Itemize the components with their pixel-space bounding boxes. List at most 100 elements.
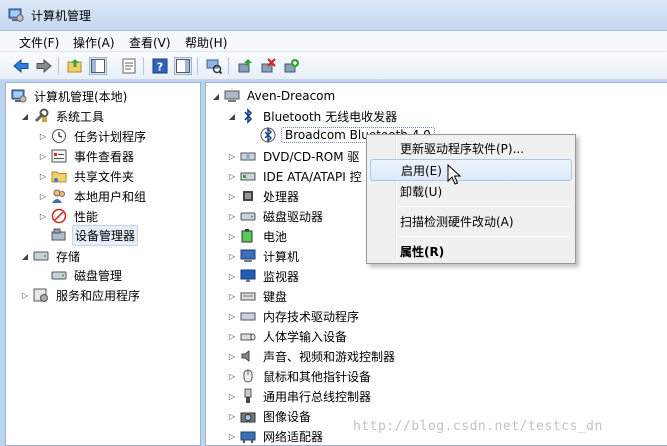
- expand-arrow-icon[interactable]: ▷: [37, 190, 49, 202]
- device-node-computer[interactable]: ◢ Aven-Dreacom: [210, 86, 337, 106]
- device-node-monitors[interactable]: ▷ 监视器: [226, 266, 301, 286]
- navigation-tree[interactable]: 计算机管理(本地) ◢ 系统工具 ▷ 任务计划程序 ▷ 事件查看器 ▷ 共享文件…: [5, 82, 201, 446]
- expand-arrow-icon[interactable]: ▷: [226, 410, 238, 422]
- expand-arrow-icon[interactable]: ▷: [226, 310, 238, 322]
- expand-arrow-icon[interactable]: ▷: [226, 210, 238, 222]
- device-label-hid: 人体学输入设备: [263, 329, 348, 344]
- tree-node-storage[interactable]: ◢ 存储: [19, 246, 82, 266]
- device-node-keyboards[interactable]: ▷ 键盘: [226, 286, 289, 306]
- up-folder-icon[interactable]: [66, 57, 84, 75]
- menu-help[interactable]: 帮助(H): [183, 34, 229, 51]
- toolbar: ?: [0, 52, 667, 80]
- device-label-sound: 声音、视频和游戏控制器: [263, 349, 396, 364]
- device-node-bluetooth[interactable]: ◢ Bluetooth 无线电收发器: [226, 106, 399, 126]
- device-node-battery[interactable]: ▷ 电池: [226, 226, 289, 246]
- device-label-network: 网络适配器: [263, 429, 324, 444]
- tree-node-disk-management[interactable]: 磁盘管理: [51, 265, 124, 285]
- device-label-computer-class: 计算机: [263, 249, 300, 264]
- expand-arrow-icon[interactable]: ▷: [226, 250, 238, 262]
- device-label-imaging: 图像设备: [263, 409, 312, 424]
- device-node-usb[interactable]: ▷ 通用串行总线控制器: [226, 386, 373, 406]
- device-node-processor[interactable]: ▷ 处理器: [226, 186, 301, 206]
- expand-arrow-icon[interactable]: ▷: [226, 350, 238, 362]
- properties-icon[interactable]: [120, 57, 138, 75]
- mouse-icon: [243, 369, 253, 383]
- expand-arrow-icon[interactable]: ▷: [37, 210, 49, 222]
- network-adapter-icon: [240, 431, 256, 443]
- device-node-memory-tech[interactable]: ▷ 内存技术驱动程序: [226, 306, 361, 326]
- expand-arrow-icon[interactable]: ▷: [37, 130, 49, 142]
- expand-arrow-icon[interactable]: ▷: [37, 150, 49, 162]
- collapse-arrow-icon[interactable]: ◢: [19, 250, 31, 262]
- services-icon: [33, 288, 48, 302]
- tree-node-system-tools[interactable]: ◢ 系统工具: [19, 106, 106, 126]
- device-node-computer-class[interactable]: ▷ 计算机: [226, 246, 301, 266]
- shared-folder-icon: [51, 171, 67, 183]
- menu-update-driver[interactable]: 更新驱动程序软件(P)...: [370, 137, 572, 159]
- expand-arrow-icon[interactable]: ▷: [226, 370, 238, 382]
- tree-node-services-apps[interactable]: ▷ 服务和应用程序: [19, 285, 142, 305]
- toolbar-separator: [228, 57, 229, 75]
- device-label-bluetooth: Bluetooth 无线电收发器: [263, 109, 398, 124]
- expand-arrow-icon[interactable]: ▷: [226, 170, 238, 182]
- collapse-arrow-icon[interactable]: ◢: [210, 90, 222, 102]
- tree-node-event-viewer[interactable]: ▷ 事件查看器: [37, 146, 136, 166]
- menu-uninstall[interactable]: 卸载(U): [370, 180, 572, 202]
- expand-arrow-icon[interactable]: ▷: [226, 390, 238, 402]
- tree-node-shared-folders[interactable]: ▷ 共享文件夹: [37, 166, 136, 186]
- storage-icon: [33, 251, 49, 261]
- device-node-dvd[interactable]: ▷ DVD/CD-ROM 驱: [226, 146, 361, 166]
- collapse-arrow-icon[interactable]: ◢: [226, 110, 238, 122]
- expand-arrow-icon[interactable]: ▷: [226, 230, 238, 242]
- device-node-hid[interactable]: ▷ 人体学输入设备: [226, 326, 349, 346]
- menu-action[interactable]: 操作(A): [71, 34, 117, 51]
- expand-arrow-icon[interactable]: ▷: [226, 430, 238, 442]
- tree-node-root[interactable]: 计算机管理(本地): [11, 86, 129, 106]
- device-label-disk-drives: 磁盘驱动器: [263, 209, 324, 224]
- toolbar-separator: [58, 57, 59, 75]
- tree-node-device-manager[interactable]: 设备管理器: [51, 224, 139, 246]
- device-node-sound[interactable]: ▷ 声音、视频和游戏控制器: [226, 346, 397, 366]
- expand-arrow-icon[interactable]: ▷: [19, 289, 31, 301]
- expand-arrow-icon[interactable]: ▷: [37, 170, 49, 182]
- ide-controller-icon: [240, 172, 256, 181]
- expand-arrow-icon[interactable]: ▷: [226, 330, 238, 342]
- device-node-disk-drives[interactable]: ▷ 磁盘驱动器: [226, 206, 325, 226]
- expand-arrow-icon[interactable]: ▷: [226, 150, 238, 162]
- show-hide-tree-icon[interactable]: [89, 57, 107, 75]
- device-label-dvd: DVD/CD-ROM 驱: [263, 149, 360, 164]
- dvd-drive-icon: [240, 152, 256, 161]
- back-arrow-icon[interactable]: [12, 57, 30, 75]
- tree-node-performance[interactable]: ▷ 性能: [37, 206, 100, 226]
- device-node-imaging[interactable]: ▷ 图像设备: [226, 406, 313, 426]
- device-label-processor: 处理器: [263, 189, 300, 204]
- tree-node-local-users[interactable]: ▷ 本地用户和组: [37, 186, 148, 206]
- help-icon[interactable]: ?: [151, 57, 169, 75]
- device-label-computer: Aven-Dreacom: [247, 89, 336, 103]
- device-label-battery: 电池: [263, 229, 288, 244]
- show-hide-action-pane-icon[interactable]: [174, 57, 192, 75]
- mouse-cursor-icon: [447, 164, 461, 185]
- bluetooth-icon: [244, 108, 253, 124]
- forward-arrow-icon[interactable]: [35, 57, 53, 75]
- tree-node-task-scheduler[interactable]: ▷ 任务计划程序: [37, 126, 148, 146]
- hid-icon: [240, 333, 256, 341]
- device-node-ide[interactable]: ▷ IDE ATA/ATAPI 控: [226, 166, 364, 186]
- scan-hardware-icon[interactable]: [205, 57, 223, 75]
- menu-view[interactable]: 查看(V): [127, 34, 173, 51]
- computer-management-icon: [8, 8, 24, 22]
- menu-file[interactable]: 文件(F): [17, 34, 61, 51]
- expand-arrow-icon[interactable]: ▷: [226, 190, 238, 202]
- menu-properties[interactable]: 属性(R): [370, 240, 572, 262]
- enable-device-icon[interactable]: [282, 57, 300, 75]
- collapse-arrow-icon[interactable]: ◢: [19, 110, 31, 122]
- update-driver-icon[interactable]: [236, 57, 254, 75]
- expand-arrow-icon[interactable]: ▷: [226, 290, 238, 302]
- menu-enable[interactable]: 启用(E): [370, 159, 572, 181]
- device-node-network[interactable]: ▷ 网络适配器: [226, 426, 325, 445]
- menu-scan-hardware[interactable]: 扫描检测硬件改动(A): [370, 210, 572, 232]
- expand-arrow-icon[interactable]: ▷: [226, 270, 238, 282]
- device-node-mice[interactable]: ▷ 鼠标和其他指针设备: [226, 366, 373, 386]
- users-icon: [52, 189, 65, 203]
- uninstall-icon[interactable]: [259, 57, 277, 75]
